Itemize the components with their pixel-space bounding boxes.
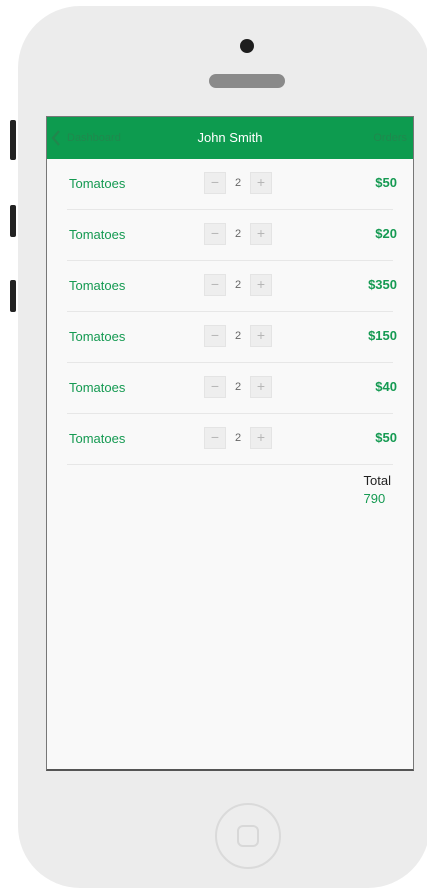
order-item-list: Tomatoes − 2 + $50 Tomatoes − 2 + $20 To… — [47, 159, 413, 465]
increment-button[interactable]: + — [250, 325, 272, 347]
list-item: Tomatoes − 2 + $20 — [67, 210, 397, 261]
item-name: Tomatoes — [69, 176, 126, 191]
increment-button[interactable]: + — [250, 427, 272, 449]
quantity-value: 2 — [234, 177, 242, 189]
item-name: Tomatoes — [69, 380, 126, 395]
list-item: Tomatoes − 2 + $150 — [67, 312, 397, 363]
home-square-icon — [237, 825, 259, 847]
speaker-grille — [209, 74, 285, 88]
app-screen: Dashboard John Smith Orders Tomatoes − 2… — [46, 116, 414, 771]
orders-link[interactable]: Orders — [373, 132, 407, 144]
item-price: $350 — [368, 277, 397, 292]
item-price: $50 — [375, 430, 397, 445]
total-value: 790 — [363, 491, 386, 506]
decrement-button[interactable]: − — [204, 172, 226, 194]
item-price: $20 — [375, 226, 397, 241]
list-item: Tomatoes − 2 + $350 — [67, 261, 397, 312]
camera-dot — [240, 39, 254, 53]
quantity-value: 2 — [234, 228, 242, 240]
decrement-button[interactable]: − — [204, 223, 226, 245]
quantity-stepper: − 2 + — [204, 325, 272, 347]
decrement-button[interactable]: − — [204, 427, 226, 449]
quantity-value: 2 — [234, 330, 242, 342]
item-price: $50 — [375, 175, 397, 190]
home-button[interactable] — [215, 803, 281, 869]
increment-button[interactable]: + — [250, 172, 272, 194]
navigation-bar: Dashboard John Smith Orders — [47, 117, 413, 159]
page-title: John Smith — [197, 130, 263, 145]
list-item: Tomatoes − 2 + $50 — [67, 159, 397, 210]
volume-up-button[interactable] — [10, 205, 16, 237]
decrement-button[interactable]: − — [204, 376, 226, 398]
item-name: Tomatoes — [69, 431, 126, 446]
device-stage: Dashboard John Smith Orders Tomatoes − 2… — [0, 0, 427, 892]
item-name: Tomatoes — [69, 227, 126, 242]
quantity-value: 2 — [234, 279, 242, 291]
item-name: Tomatoes — [69, 278, 126, 293]
quantity-stepper: − 2 + — [204, 172, 272, 194]
increment-button[interactable]: + — [250, 376, 272, 398]
total-label: Total — [363, 473, 391, 488]
quantity-stepper: − 2 + — [204, 376, 272, 398]
quantity-value: 2 — [234, 381, 242, 393]
quantity-stepper: − 2 + — [204, 274, 272, 296]
list-item: Tomatoes − 2 + $50 — [67, 414, 397, 465]
list-item: Tomatoes − 2 + $40 — [67, 363, 397, 414]
side-button-top[interactable] — [10, 120, 16, 160]
quantity-value: 2 — [234, 432, 242, 444]
decrement-button[interactable]: − — [204, 325, 226, 347]
increment-button[interactable]: + — [250, 274, 272, 296]
volume-down-button[interactable] — [10, 280, 16, 312]
quantity-stepper: − 2 + — [204, 223, 272, 245]
order-total: Total 790 — [364, 473, 391, 506]
item-price: $150 — [368, 328, 397, 343]
increment-button[interactable]: + — [250, 223, 272, 245]
item-name: Tomatoes — [69, 329, 126, 344]
quantity-stepper: − 2 + — [204, 427, 272, 449]
decrement-button[interactable]: − — [204, 274, 226, 296]
item-price: $40 — [375, 379, 397, 394]
